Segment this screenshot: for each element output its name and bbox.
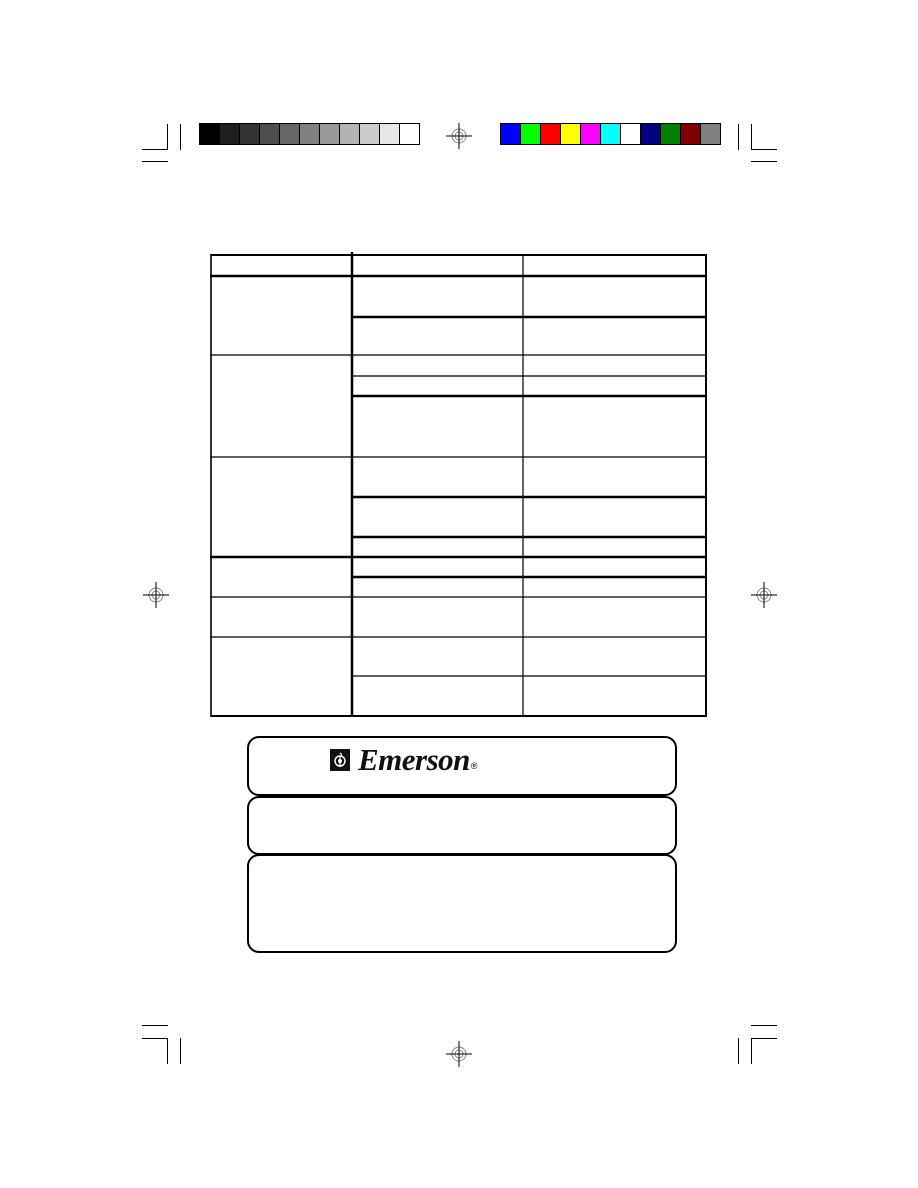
emerson-g-clef-icon xyxy=(330,749,350,771)
info-box xyxy=(247,796,677,855)
emerson-logo: Emerson ® xyxy=(330,742,478,777)
notice-box xyxy=(247,854,677,953)
table-grid xyxy=(210,252,707,717)
registered-mark: ® xyxy=(470,761,478,771)
brand-name: Emerson xyxy=(358,742,470,777)
